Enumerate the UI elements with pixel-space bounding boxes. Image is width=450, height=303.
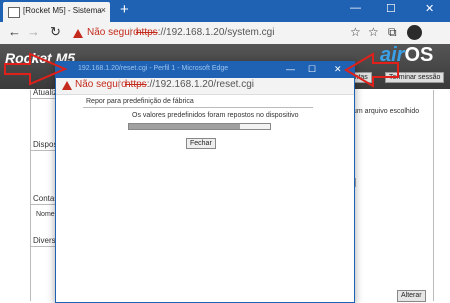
popup-title-bar: 192.168.1.20/reset.cgi - Perfil 1 - Micr… (56, 62, 354, 78)
reset-message: Os valores predefinidos foram repostos n… (132, 112, 299, 119)
forward-icon[interactable]: → (27, 24, 40, 39)
address-bar[interactable]: https://192.168.1.20/system.cgi (136, 27, 274, 38)
reset-heading: Repor para predefinição de fábrica (86, 98, 194, 105)
browser-tab[interactable]: [Rocket M5] - Sistema × (3, 2, 110, 22)
right-arrow-annotation (344, 52, 399, 88)
reset-popup-window: 192.168.1.20/reset.cgi - Perfil 1 - Micr… (55, 61, 355, 303)
reset-progress-bar (128, 123, 271, 130)
tab-close-icon[interactable]: × (101, 5, 106, 15)
new-tab-button[interactable]: + (120, 1, 129, 18)
left-arrow-annotation (4, 52, 68, 86)
popup-title-text: 192.168.1.20/reset.cgi - Perfil 1 - Micr… (78, 65, 229, 72)
arrow-right-shape (344, 52, 399, 88)
alterar-button[interactable]: Alterar (397, 290, 426, 302)
collections-icon[interactable]: ⧉ (388, 25, 397, 40)
divider (30, 150, 56, 151)
divider (83, 107, 313, 108)
popup-address-bar[interactable]: Não seguro | https://192.168.1.20/reset.… (56, 78, 354, 95)
progress-fill (129, 124, 241, 129)
upgrade-file-text: um arquivo escolhido (353, 108, 420, 115)
favorites-icon[interactable]: ☆ (368, 25, 379, 39)
profile-avatar[interactable] (407, 25, 422, 40)
arrow-left-shape (4, 52, 68, 86)
fechar-button[interactable]: Fechar (186, 138, 216, 149)
popup-minimize-icon[interactable]: — (286, 64, 295, 74)
divider (30, 98, 56, 99)
url-scheme: https (136, 27, 158, 38)
tab-title: [Rocket M5] - Sistema (23, 6, 102, 15)
reload-icon[interactable]: ↻ (50, 24, 61, 40)
minimize-icon[interactable]: — (350, 2, 361, 14)
url-text: ://192.168.1.20/system.cgi (157, 27, 275, 38)
maximize-icon[interactable]: ☐ (386, 2, 396, 15)
popup-close-icon[interactable]: ✕ (334, 64, 342, 75)
warning-icon[interactable] (73, 29, 83, 41)
popup-address-separator: | (118, 79, 121, 90)
address-separator: | (129, 27, 132, 38)
divider (30, 246, 56, 247)
popup-url[interactable]: https://192.168.1.20/reset.cgi (125, 79, 254, 90)
divider (30, 204, 56, 205)
back-icon[interactable]: ← (8, 24, 21, 39)
popup-url-scheme: https (125, 79, 147, 90)
popup-url-text: ://192.168.1.20/reset.cgi (146, 79, 254, 90)
favorite-star-icon[interactable]: ☆ (350, 25, 361, 39)
popup-maximize-icon[interactable]: ☐ (308, 64, 316, 75)
favicon-icon (8, 7, 20, 18)
close-window-icon[interactable]: ✕ (425, 2, 434, 15)
